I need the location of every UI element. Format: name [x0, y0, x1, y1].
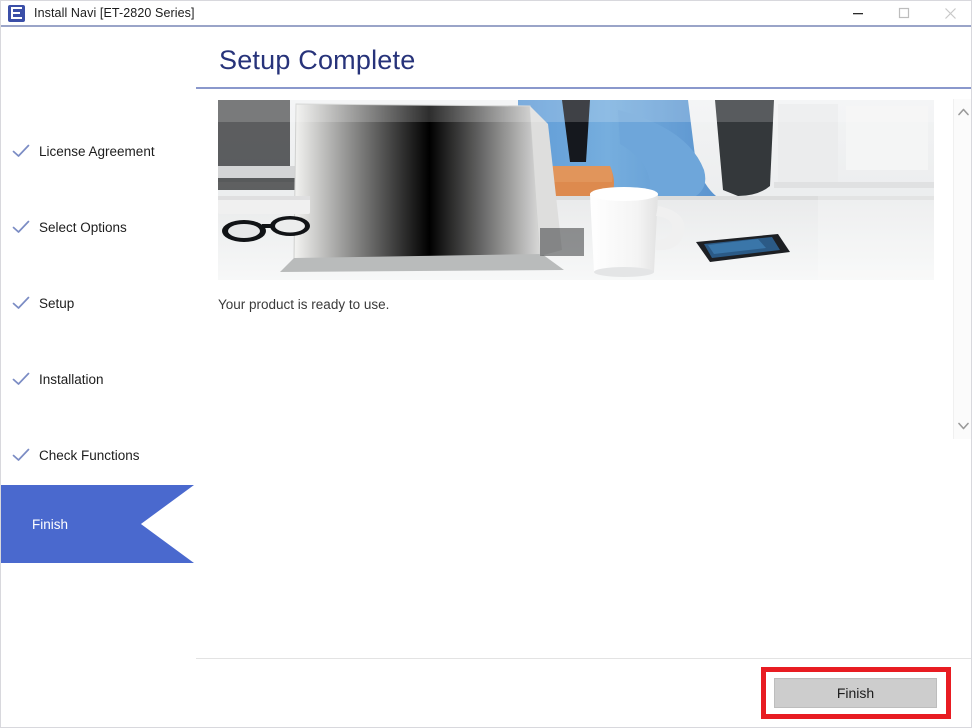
check-icon [11, 217, 31, 237]
check-icon [11, 369, 31, 389]
sidebar-item-select-options: Select Options [1, 189, 196, 265]
sidebar-item-finish: Finish [1, 485, 194, 563]
sidebar-item-setup: Setup [1, 265, 196, 341]
minimize-icon [853, 13, 863, 15]
title-bar: Install Navi [ET-2820 Series] [1, 1, 971, 27]
minimize-button[interactable] [835, 1, 881, 25]
sidebar-item-installation: Installation [1, 341, 196, 417]
check-icon [11, 141, 31, 161]
maximize-icon [898, 7, 910, 19]
sidebar-item-check-functions: Check Functions [1, 417, 196, 493]
maximize-button[interactable] [881, 1, 927, 25]
vertical-scrollbar[interactable] [953, 99, 971, 439]
epson-e-icon [8, 4, 25, 22]
footer-divider [196, 658, 971, 659]
window-controls [835, 1, 971, 25]
sidebar-item-label: Select Options [39, 219, 127, 235]
chevron-down-icon [957, 422, 969, 430]
sidebar-item-license-agreement: License Agreement [1, 113, 196, 189]
content-pane: Your product is ready to use. [196, 97, 971, 657]
heading-divider [196, 87, 971, 89]
window-title: Install Navi [ET-2820 Series] [34, 6, 195, 20]
finish-button[interactable]: Finish [774, 678, 937, 708]
check-icon [11, 293, 31, 313]
chevron-up-icon [957, 108, 969, 116]
sidebar-item-label: Setup [39, 295, 75, 311]
scroll-up-button[interactable] [954, 103, 971, 121]
status-message: Your product is ready to use. [218, 297, 390, 312]
sidebar-item-label: License Agreement [39, 143, 155, 159]
scroll-down-button[interactable] [954, 417, 971, 435]
sidebar-item-label: Finish [32, 516, 69, 532]
check-icon [11, 445, 31, 465]
install-navi-window: Install Navi [ET-2820 Series] Setup Comp [0, 0, 972, 728]
close-icon [944, 7, 956, 19]
close-button[interactable] [927, 1, 971, 25]
sidebar-item-label: Installation [39, 371, 104, 387]
sidebar-item-label: Check Functions [39, 447, 140, 463]
page-title: Setup Complete [219, 45, 416, 75]
step-list: License Agreement Select Options Setup I… [1, 113, 196, 493]
hero-image [218, 100, 934, 280]
